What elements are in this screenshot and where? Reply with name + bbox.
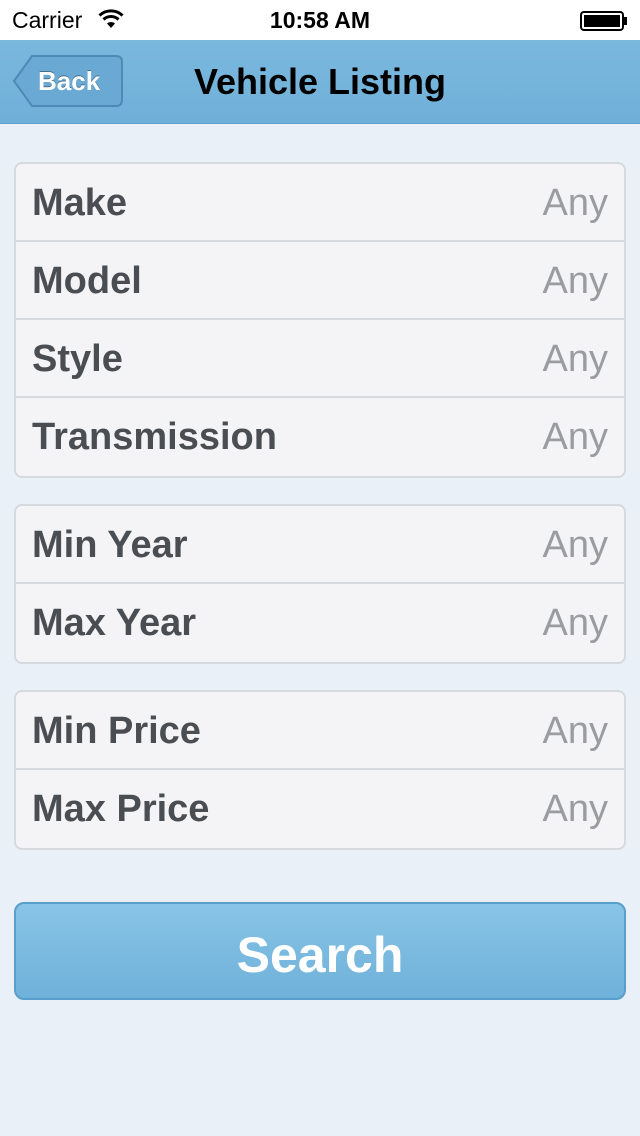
back-button[interactable]: Back <box>12 54 124 108</box>
make-label: Make <box>32 182 128 224</box>
style-row[interactable]: Style Any <box>16 320 624 398</box>
transmission-value: Any <box>542 416 608 458</box>
min-year-value: Any <box>542 524 608 566</box>
vehicle-details-group: Make Any Model Any Style Any Transmissio… <box>14 162 626 478</box>
status-bar: Carrier 10:58 AM <box>0 0 640 40</box>
back-button-label: Back <box>38 66 101 96</box>
max-year-value: Any <box>542 602 608 644</box>
min-year-label: Min Year <box>32 524 188 566</box>
make-value: Any <box>542 182 608 224</box>
style-value: Any <box>542 338 608 380</box>
min-price-value: Any <box>542 710 608 752</box>
max-year-row[interactable]: Max Year Any <box>16 584 624 662</box>
transmission-row[interactable]: Transmission Any <box>16 398 624 476</box>
year-range-group: Min Year Any Max Year Any <box>14 504 626 664</box>
max-price-label: Max Price <box>32 788 210 830</box>
clock: 10:58 AM <box>269 7 371 33</box>
max-year-label: Max Year <box>32 602 197 644</box>
style-label: Style <box>32 338 123 380</box>
transmission-label: Transmission <box>32 416 277 458</box>
navigation-bar: Back Vehicle Listing <box>0 40 640 124</box>
search-button-label: Search <box>236 927 404 983</box>
price-range-group: Min Price Any Max Price Any <box>14 690 626 850</box>
min-price-row[interactable]: Min Price Any <box>16 692 624 770</box>
min-year-row[interactable]: Min Year Any <box>16 506 624 584</box>
battery-icon <box>580 11 628 31</box>
make-row[interactable]: Make Any <box>16 164 624 242</box>
min-price-label: Min Price <box>32 710 201 752</box>
search-button[interactable]: Search <box>14 902 626 1000</box>
model-value: Any <box>542 260 608 302</box>
model-label: Model <box>32 260 142 302</box>
page-title: Vehicle Listing <box>193 61 447 102</box>
max-price-row[interactable]: Max Price Any <box>16 770 624 848</box>
model-row[interactable]: Model Any <box>16 242 624 320</box>
max-price-value: Any <box>542 788 608 830</box>
